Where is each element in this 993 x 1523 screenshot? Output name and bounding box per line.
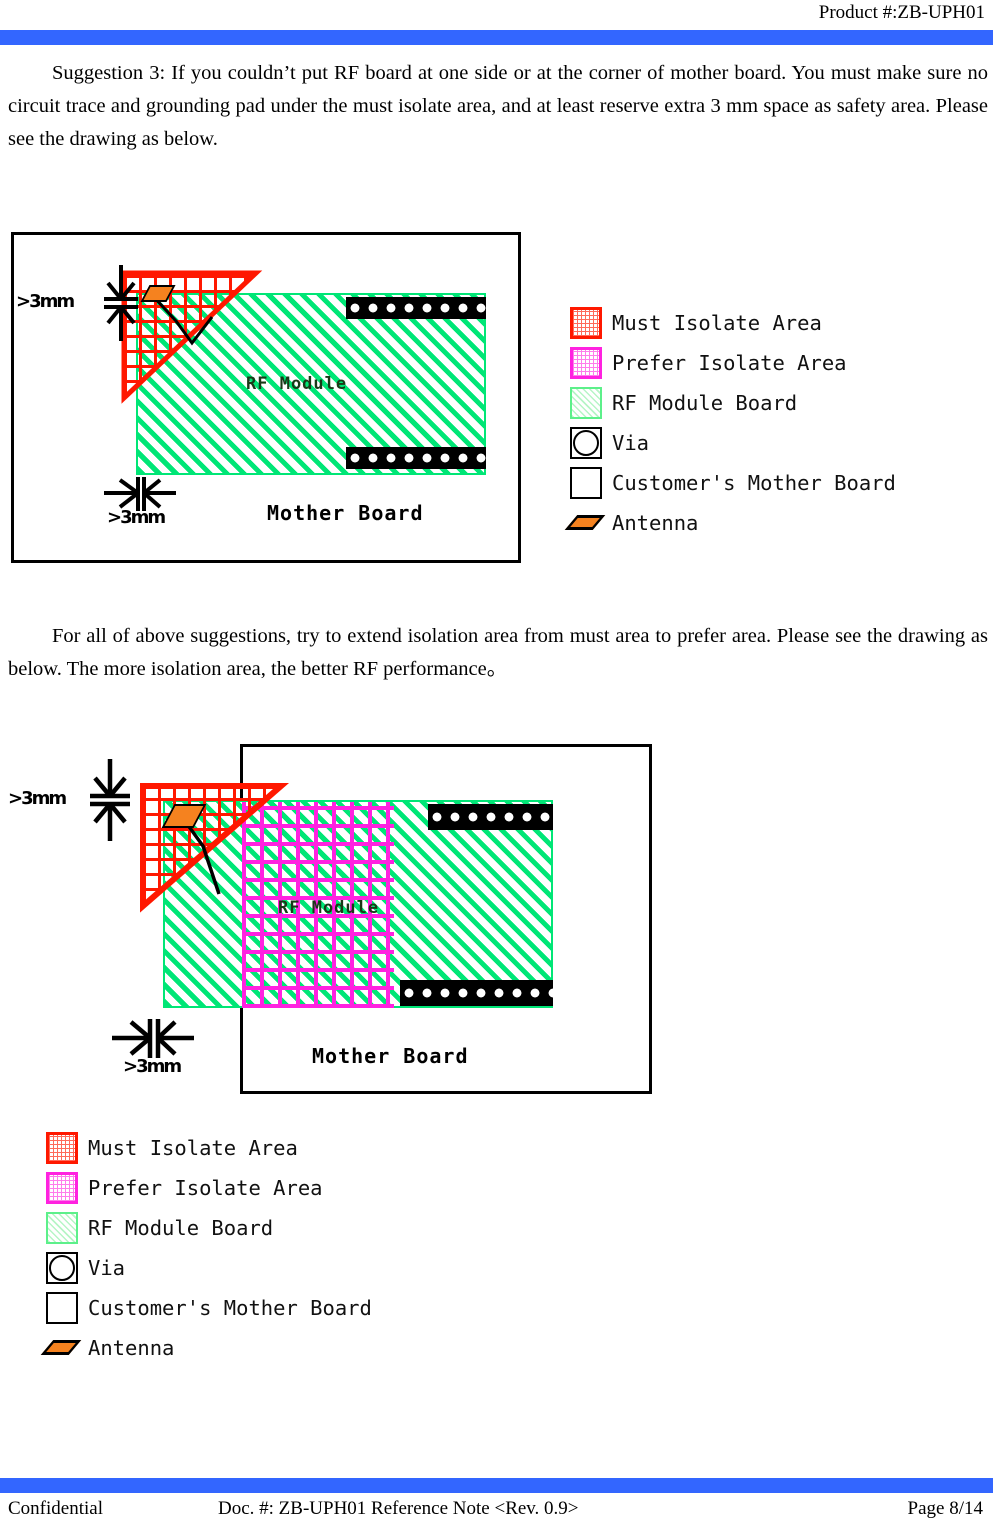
figure-1-via-row-bottom <box>346 447 486 469</box>
legend-item: RF Module Board <box>46 1208 372 1248</box>
figure-1-module-label: RF Module <box>246 374 348 394</box>
legend-item: Antenna <box>40 1328 372 1368</box>
prefer-isolate-swatch-icon <box>46 1172 78 1204</box>
mother-board-swatch-icon <box>570 467 602 499</box>
figure-1-dimension-arrow-top <box>104 265 138 341</box>
via-swatch-icon <box>570 427 602 459</box>
paragraph-suggestion-3: Suggestion 3: If you couldn’t put RF boa… <box>8 62 988 150</box>
prefer-isolate-swatch-icon <box>570 347 602 379</box>
header-blue-rule <box>0 30 993 45</box>
legend-item: Prefer Isolate Area <box>46 1168 372 1208</box>
figure-2-board-label: Mother Board <box>312 1044 469 1068</box>
figure-2-dimension-label-bottom: >3mm <box>123 1056 182 1077</box>
footer-blue-rule <box>0 1478 993 1493</box>
page-header: Product #:ZB-UPH01 <box>0 0 993 52</box>
figure-2-dimension-label-top: >3mm <box>8 788 67 809</box>
figure-1-board-label: Mother Board <box>267 501 424 525</box>
page-footer: Confidential Doc. #: ZB-UPH01 Reference … <box>0 1478 993 1523</box>
mother-board-swatch-icon <box>46 1292 78 1324</box>
legend-item: Via <box>570 423 896 463</box>
figure-2-via-row-bottom <box>400 980 553 1006</box>
legend-item-label: Via <box>612 431 650 455</box>
antenna-swatch-icon <box>564 507 606 539</box>
figure-2-legend: Must Isolate Area Prefer Isolate Area RF… <box>40 1128 372 1368</box>
legend-item-label: RF Module Board <box>612 391 798 415</box>
legend-item: Prefer Isolate Area <box>570 343 896 383</box>
figure-1-dimension-label-top: >3mm <box>16 291 75 312</box>
legend-item-label: Must Isolate Area <box>88 1136 298 1160</box>
figure-2-dimension-arrow-top <box>90 759 130 841</box>
legend-item: RF Module Board <box>570 383 896 423</box>
legend-item: Antenna <box>564 503 896 543</box>
legend-item-label: Antenna <box>612 511 699 535</box>
must-isolate-swatch-icon <box>46 1132 78 1164</box>
must-isolate-swatch-icon <box>570 307 602 339</box>
legend-item: Must Isolate Area <box>46 1128 372 1168</box>
rf-module-board-swatch-icon <box>570 387 602 419</box>
legend-item: Via <box>46 1248 372 1288</box>
legend-item: Customer's Mother Board <box>46 1288 372 1328</box>
footer-doc-reference: Doc. #: ZB-UPH01 Reference Note <Rev. 0.… <box>218 1498 579 1519</box>
legend-item-label: Prefer Isolate Area <box>88 1176 323 1200</box>
figure-1-legend: Must Isolate Area Prefer Isolate Area RF… <box>564 303 896 543</box>
paragraph-extend-isolation: For all of above suggestions, try to ext… <box>8 625 988 680</box>
legend-item-label: Customer's Mother Board <box>612 471 896 495</box>
footer-page-number: Page 8/14 <box>907 1498 983 1519</box>
figure-1-via-row-top <box>346 297 486 319</box>
header-product-label: Product #:ZB-UPH01 <box>818 2 985 23</box>
legend-item-label: Via <box>88 1256 126 1280</box>
figure-2-module-label: RF Module <box>278 898 380 918</box>
legend-item-label: Customer's Mother Board <box>88 1296 372 1320</box>
legend-item-label: RF Module Board <box>88 1216 274 1240</box>
figure-2-via-row-top <box>428 804 553 830</box>
legend-item: Must Isolate Area <box>570 303 896 343</box>
figure-2-extended-isolation: >3mm >3mm RF Module Mother Board <box>0 712 680 1112</box>
figure-1-rf-board-placement: >3mm >3mm RF Module Mother Board <box>11 232 521 563</box>
figure-1-dimension-label-bottom: >3mm <box>107 507 166 528</box>
via-swatch-icon <box>46 1252 78 1284</box>
figure-2-antenna-trace <box>175 808 221 895</box>
antenna-swatch-icon <box>40 1332 82 1364</box>
rf-module-board-swatch-icon <box>46 1212 78 1244</box>
footer-confidential-label: Confidential <box>8 1498 103 1519</box>
legend-item-label: Prefer Isolate Area <box>612 351 847 375</box>
legend-item: Customer's Mother Board <box>570 463 896 503</box>
legend-item-label: Antenna <box>88 1336 175 1360</box>
legend-item-label: Must Isolate Area <box>612 311 822 335</box>
